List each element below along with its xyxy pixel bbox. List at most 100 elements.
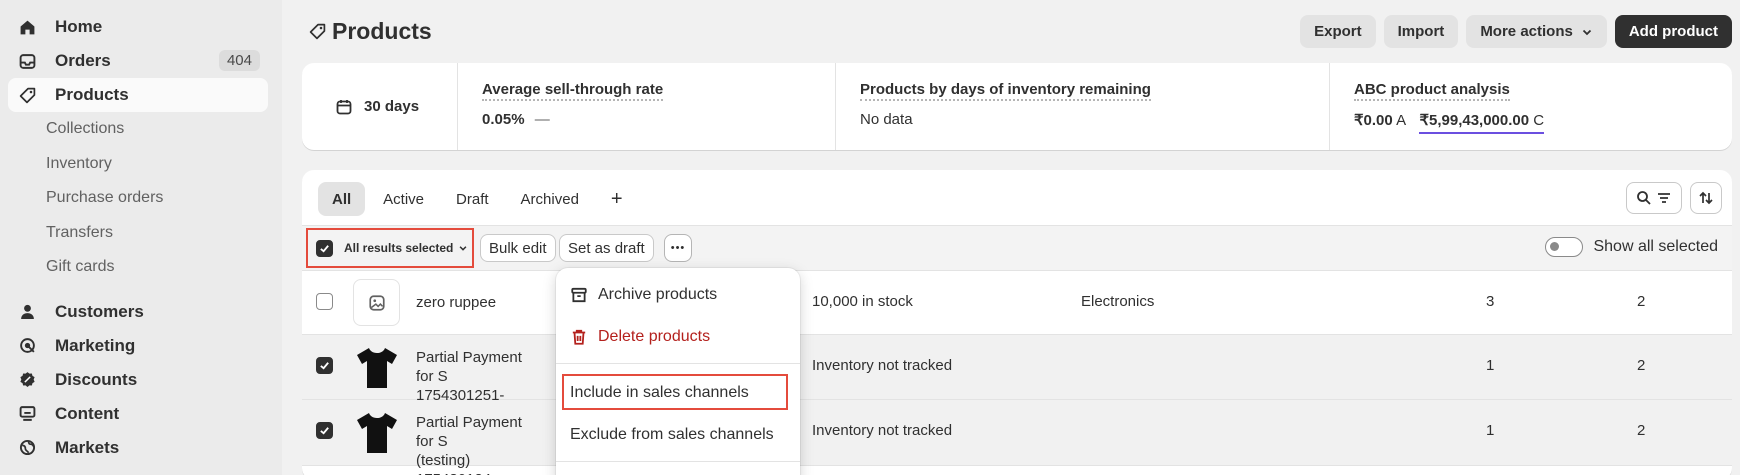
product-name-line: Partial Payment for S (416, 414, 522, 450)
markets-cell: 2 (1637, 422, 1646, 439)
product-name-line: Partial Payment for S (416, 349, 522, 385)
include-sales-channels-item[interactable]: Include in sales channels (570, 384, 749, 402)
select-all-dropdown[interactable]: All results selected (306, 228, 474, 268)
sidebar-item-label: Products (55, 85, 129, 104)
products-table: All Active Draft Archived + All results … (302, 170, 1732, 475)
channels-cell: 3 (1486, 293, 1495, 310)
sidebar-item-transfers[interactable]: Transfers (0, 216, 282, 251)
home-icon (18, 18, 36, 36)
metric-label: Average sell-through rate (482, 81, 664, 101)
filter-icon (1656, 190, 1672, 206)
archive-icon (570, 286, 588, 304)
monitor-icon (18, 405, 36, 423)
view-tabs: All Active Draft Archived + (318, 182, 637, 216)
sidebar-item-label: Markets (55, 437, 120, 457)
sidebar-item-label: Customers (55, 301, 144, 321)
header-actions: Export Import More actions Add product (1300, 15, 1732, 48)
metric-value: ₹0.00 A ₹5,99,43,000.00 C (1354, 111, 1708, 134)
sidebar-item-discounts[interactable]: Discounts (8, 363, 268, 397)
inbox-icon (18, 52, 36, 70)
set-as-draft-button[interactable]: Set as draft (559, 234, 654, 262)
sidebar-item-home[interactable]: Home (8, 10, 268, 44)
archive-products-item[interactable]: Archive products (570, 286, 717, 304)
sidebar-item-gift-cards[interactable]: Gift cards (0, 250, 282, 285)
sort-icon (1698, 190, 1714, 206)
metric-label: Products by days of inventory remaining (860, 81, 1151, 101)
analytics-bar: 30 days Average sell-through rate 0.05% … (302, 63, 1732, 150)
sidebar-item-customers[interactable]: Customers (8, 295, 268, 329)
menu-divider (556, 363, 800, 364)
table-row[interactable]: zero ruppee 10,000 in stock Electronics … (302, 271, 1732, 335)
target-icon (18, 337, 36, 355)
sidebar-item-inventory[interactable]: Inventory (0, 147, 282, 182)
more-actions-button[interactable]: More actions (1466, 15, 1607, 48)
product-image (353, 343, 400, 390)
tag-icon (18, 86, 36, 104)
tab-all[interactable]: All (318, 182, 366, 216)
search-icon (1636, 190, 1652, 206)
chevron-down-icon (458, 243, 468, 253)
sidebar-item-marketing[interactable]: Marketing (8, 329, 268, 363)
row-checkbox[interactable] (316, 422, 333, 439)
show-all-selected[interactable]: Show all selected (1545, 237, 1718, 257)
bulk-actions-menu: Archive products Delete products Include… (556, 268, 800, 475)
menu-divider (556, 461, 800, 462)
trend-dash: — (534, 111, 550, 128)
orders-count-badge: 404 (218, 50, 260, 71)
metric-abc-analysis[interactable]: ABC product analysis ₹0.00 A ₹5,99,43,00… (1330, 63, 1732, 150)
table-row[interactable]: Partial Payment for S 1754301251-888 Inv… (302, 335, 1732, 423)
import-button[interactable]: Import (1383, 15, 1459, 48)
product-name[interactable]: Partial Payment for S (testing) 17543012… (416, 413, 526, 475)
add-product-button[interactable]: Add product (1614, 15, 1732, 48)
tab-draft[interactable]: Draft (442, 182, 503, 216)
date-range-label: 30 days (364, 98, 420, 115)
sidebar-item-collections[interactable]: Collections (0, 112, 282, 147)
select-all-checkbox[interactable] (316, 239, 333, 257)
metric-sell-through[interactable]: Average sell-through rate 0.05% — (458, 63, 836, 150)
menu-item-label: Delete products (598, 328, 711, 345)
abc-c-value: ₹5,99,43,000.00 (1419, 112, 1530, 129)
row-checkbox[interactable] (316, 293, 333, 310)
sidebar-item-label: Marketing (55, 335, 136, 355)
sidebar-item-content[interactable]: Content (8, 397, 268, 431)
show-selected-toggle[interactable] (1545, 237, 1584, 257)
abc-a-value: ₹0.00 (1354, 112, 1393, 129)
markets-cell: 2 (1637, 357, 1646, 374)
row-checkbox[interactable] (316, 357, 333, 374)
bulk-edit-button[interactable]: Bulk edit (480, 234, 556, 262)
category-cell: Electronics (1081, 293, 1155, 310)
sort-button[interactable] (1690, 182, 1722, 214)
channels-cell: 1 (1486, 357, 1495, 374)
sidebar-item-label: Home (55, 17, 103, 36)
sidebar-item-orders[interactable]: Orders 404 (8, 44, 268, 78)
sidebar-item-products[interactable]: Products (8, 78, 268, 112)
tab-active[interactable]: Active (369, 182, 438, 216)
tab-archived[interactable]: Archived (507, 182, 593, 216)
more-actions-label: More actions (1480, 23, 1573, 40)
tshirt-icon (354, 409, 400, 455)
table-row[interactable]: Partial Payment for S (testing) 17543012… (302, 400, 1732, 475)
metric-value: No data (860, 111, 913, 128)
delete-products-item[interactable]: Delete products (570, 328, 710, 346)
discount-icon (18, 371, 36, 389)
export-button[interactable]: Export (1300, 15, 1376, 48)
abc-a-grade: A (1396, 112, 1406, 129)
add-view-button[interactable]: + (597, 182, 637, 216)
sidebar-item-markets[interactable]: Markets (8, 431, 268, 465)
sidebar-item-label: Orders (55, 51, 111, 70)
metric-value: 0.05% — (482, 111, 811, 128)
exclude-sales-channels-item[interactable]: Exclude from sales channels (570, 426, 774, 444)
inventory-cell: Inventory not tracked (812, 422, 953, 439)
globe-icon (18, 439, 36, 457)
metric-inventory-days[interactable]: Products by days of inventory remaining … (836, 63, 1330, 150)
sidebar: Home Orders 404 Products Collections Inv… (0, 0, 282, 475)
sidebar-item-purchase-orders[interactable]: Purchase orders (0, 181, 282, 216)
sidebar-item-label: Content (55, 403, 120, 423)
search-filter-button[interactable] (1626, 182, 1682, 214)
abc-c-segment[interactable]: ₹5,99,43,000.00 C (1419, 112, 1545, 134)
date-range-picker[interactable]: 30 days (302, 63, 458, 150)
tshirt-icon (354, 344, 400, 390)
chevron-down-icon (1581, 26, 1593, 38)
more-bulk-actions-button[interactable]: ••• (664, 234, 692, 262)
table-tools (1626, 182, 1722, 214)
